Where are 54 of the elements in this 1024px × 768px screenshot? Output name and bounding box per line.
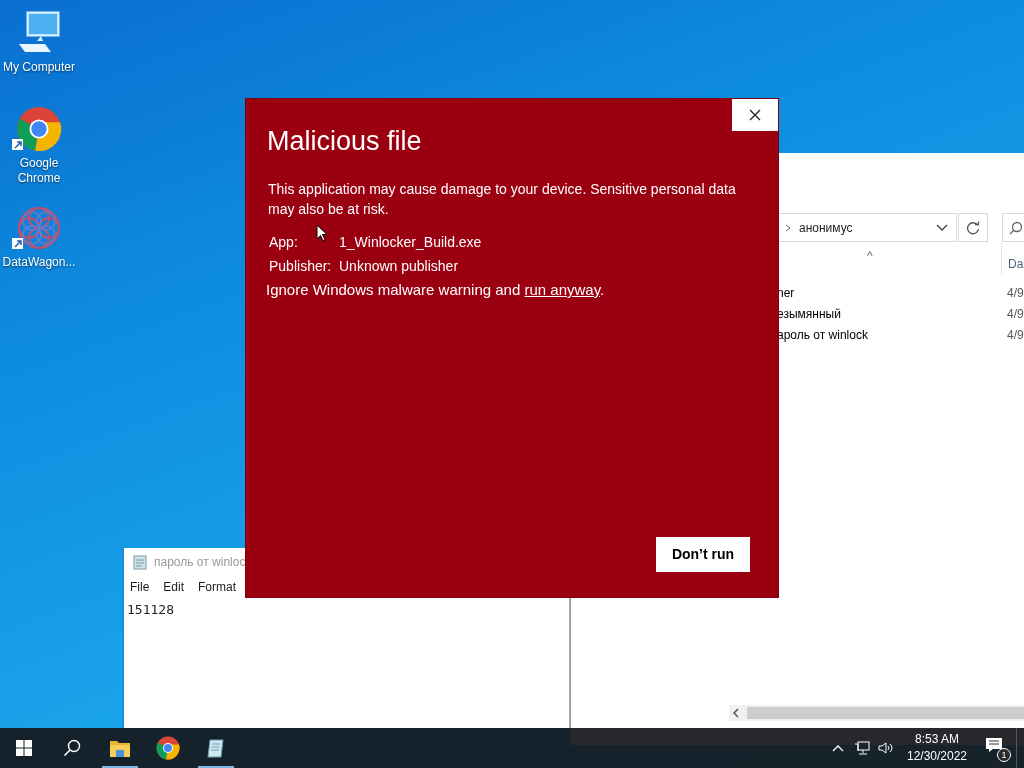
file-date: 4/9 — [1007, 306, 1024, 323]
menu-item[interactable]: File — [130, 578, 150, 596]
field-value: Unknown publisher — [339, 257, 459, 276]
clock-time: 8:53 AM — [914, 731, 960, 748]
file-date: 4/9 — [1007, 285, 1024, 302]
refresh-icon — [966, 220, 980, 235]
refresh-button[interactable] — [958, 213, 988, 242]
field-label: App: — [269, 233, 298, 252]
file-name[interactable]: езымянный — [777, 305, 841, 323]
cursor-icon — [316, 224, 328, 242]
shortcut-arrow-icon — [12, 139, 23, 150]
close-button[interactable] — [732, 99, 778, 131]
text-content[interactable]: 151128 — [124, 598, 569, 622]
notepad-icon — [205, 737, 227, 759]
file-date: 4/9 — [1007, 327, 1024, 344]
chrome-icon — [156, 736, 180, 760]
window-title: пароль от winloc — [154, 554, 246, 571]
run-anyway-link[interactable]: run anyway — [524, 281, 601, 298]
dont-run-button[interactable]: Don’t run — [656, 537, 750, 572]
field-value: 1_Winlocker_Build.exe — [339, 233, 482, 252]
icon-label[interactable]: Google Chrome — [14, 156, 64, 186]
network-icon[interactable] — [854, 741, 870, 755]
warning-sentence: Ignore Windows malware warning and run anyway. — [266, 280, 605, 300]
menu-item[interactable]: Format — [198, 578, 237, 596]
flower-pattern-icon — [16, 205, 62, 251]
notification-count: 1 — [997, 748, 1011, 762]
clock[interactable]: 8:53 AM 12/30/2022 — [898, 731, 976, 765]
menu-item[interactable]: Edit — [163, 578, 185, 596]
notepad-icon — [132, 554, 148, 570]
sort-caret[interactable]: ^ — [867, 247, 873, 265]
close-icon — [749, 109, 761, 121]
search-icon — [1009, 220, 1023, 235]
search-icon — [63, 739, 81, 757]
notification-button[interactable]: 1 — [976, 728, 1016, 768]
file-name[interactable]: ароль от winlock — [777, 326, 868, 344]
icon-label[interactable]: My Computer — [3, 60, 75, 75]
message-icon — [985, 737, 1003, 753]
chevron-up-icon[interactable] — [832, 744, 844, 752]
chevron-icon — [783, 222, 793, 233]
running-indicator — [198, 766, 234, 768]
chrome-icon — [16, 106, 62, 152]
column-header[interactable]: Da — [1008, 255, 1024, 273]
icon-label[interactable]: DataWagon... — [2, 255, 76, 270]
clock-date: 12/30/2022 — [905, 748, 969, 765]
chevron-down-icon — [936, 223, 948, 232]
field-label: Publisher: — [269, 257, 332, 276]
address-text: анонимус — [799, 219, 853, 237]
warning-message: This application may cause damage to your device. Sensitive personal data may also be at risk. — [268, 180, 737, 219]
speaker-icon[interactable] — [878, 741, 894, 755]
horizontal-scrollbar[interactable] — [729, 705, 1024, 721]
shortcut-arrow-icon — [12, 238, 23, 249]
windows-logo-icon — [16, 740, 32, 756]
dialog-title: Malicious file — [267, 125, 422, 158]
running-indicator — [102, 766, 138, 768]
